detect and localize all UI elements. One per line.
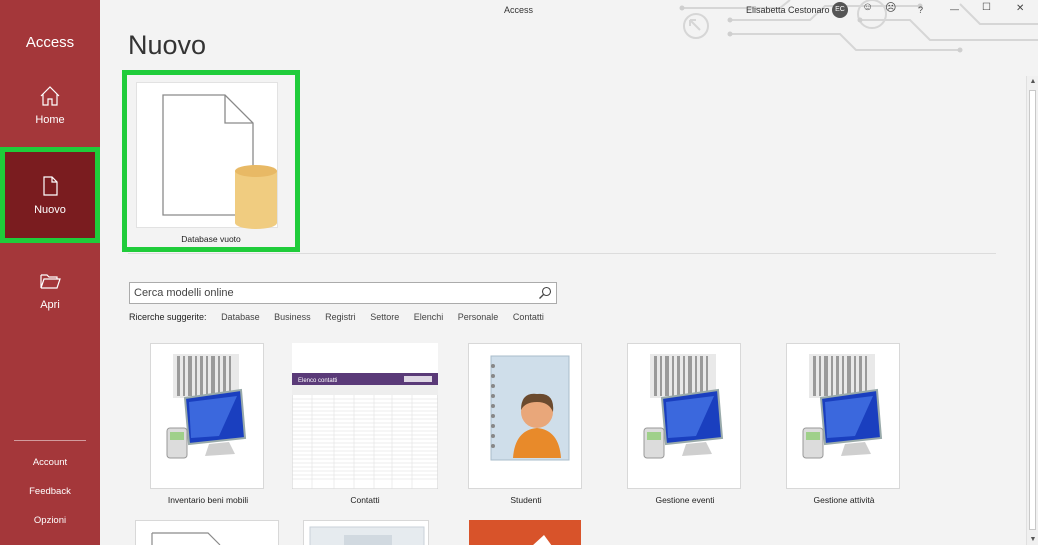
template-partial[interactable] — [135, 520, 279, 545]
suggested-link-database[interactable]: Database — [221, 312, 260, 322]
template-name: Contatti — [350, 495, 380, 505]
backstage-sidebar: Access Home Nuovo Apri Account Feedback … — [0, 0, 100, 545]
template-name: Inventario beni mobili — [167, 495, 249, 505]
template-name: Studenti — [510, 495, 542, 505]
template-name: Gestione eventi — [655, 495, 715, 505]
home-icon — [40, 86, 60, 106]
template-studenti[interactable]: Studenti — [468, 343, 584, 515]
maximize-button[interactable]: ☐ — [982, 2, 991, 13]
contacts-preview-title: Elenco contatti — [298, 378, 337, 384]
suggested-link-business[interactable]: Business — [274, 312, 311, 322]
minimize-button[interactable]: — — [950, 4, 959, 14]
app-name: Access — [25, 34, 75, 51]
contact-list-preview-icon: Elenco contatti — [292, 373, 438, 489]
template-thumbnail: Elenco contatti — [292, 343, 438, 489]
template-thumbnail — [468, 343, 582, 489]
computer-barcode-icon — [802, 354, 883, 459]
template-thumbnail — [627, 343, 741, 489]
scroll-down-arrow-icon[interactable]: ▼ — [1029, 536, 1037, 543]
suggested-link-personale[interactable]: Personale — [458, 312, 499, 322]
template-gestione-attivita[interactable]: Gestione attività — [786, 343, 902, 515]
smile-icon[interactable]: ☺ — [862, 1, 873, 13]
suggested-searches: Ricerche suggerite: Database Business Re… — [129, 312, 556, 322]
user-name[interactable]: Elisabetta Cestonaro — [746, 5, 830, 15]
student-notebook-icon — [490, 355, 570, 461]
sidebar-link-options[interactable]: Opzioni — [0, 515, 100, 526]
template-partial[interactable] — [303, 520, 429, 545]
avatar[interactable]: EC — [832, 2, 848, 18]
computer-barcode-icon — [166, 354, 247, 459]
blank-document-icon — [151, 532, 221, 545]
arrow-icon — [533, 535, 552, 545]
suggested-link-contatti[interactable]: Contatti — [513, 312, 544, 322]
close-button[interactable]: ✕ — [1016, 3, 1024, 14]
new-file-icon — [43, 176, 58, 196]
search-input[interactable] — [130, 283, 530, 303]
template-gestione-eventi[interactable]: Gestione eventi — [627, 343, 743, 515]
template-thumbnail — [150, 343, 264, 489]
help-button[interactable]: ? — [918, 5, 923, 15]
sidebar-item-label: Apri — [40, 299, 60, 311]
sidebar-item-label: Home — [35, 114, 65, 126]
scroll-thumb[interactable] — [1029, 90, 1036, 530]
template-inventario[interactable]: Inventario beni mobili — [150, 343, 266, 515]
suggested-label: Ricerche suggerite: — [129, 312, 207, 322]
template-thumbnail — [786, 343, 900, 489]
search-icon[interactable] — [538, 286, 552, 300]
template-label: Database vuoto — [181, 234, 241, 244]
template-preview-icon — [309, 526, 425, 545]
sidebar-item-open[interactable]: Apri — [0, 265, 100, 351]
window-title: Access — [504, 5, 534, 15]
sidebar-link-account[interactable]: Account — [0, 457, 100, 468]
frown-icon[interactable]: ☹ — [885, 1, 896, 14]
blank-database-template[interactable]: Database vuoto — [122, 70, 300, 252]
sidebar-divider — [14, 440, 86, 441]
folder-open-icon — [40, 274, 61, 289]
computer-barcode-icon — [643, 354, 724, 459]
template-contatti[interactable]: Elenco contatti Contatti — [292, 343, 438, 515]
suggested-link-registri[interactable]: Registri — [325, 312, 356, 322]
suggested-link-elenchi[interactable]: Elenchi — [414, 312, 444, 322]
page-title: Nuovo — [128, 30, 207, 60]
blank-database-thumbnail — [136, 82, 278, 229]
scrollbar[interactable]: ▲ ▼ — [1026, 76, 1038, 545]
template-name: Gestione attività — [813, 495, 875, 505]
sidebar-link-feedback[interactable]: Feedback — [0, 486, 100, 497]
blank-database-icon — [162, 94, 277, 229]
scroll-up-arrow-icon[interactable]: ▲ — [1029, 78, 1037, 85]
sidebar-item-new[interactable]: Nuovo — [0, 147, 100, 243]
search-box — [129, 282, 557, 304]
template-partial[interactable] — [469, 520, 581, 545]
sidebar-item-label: Nuovo — [34, 204, 66, 216]
suggested-link-settore[interactable]: Settore — [370, 312, 399, 322]
divider — [128, 253, 996, 254]
